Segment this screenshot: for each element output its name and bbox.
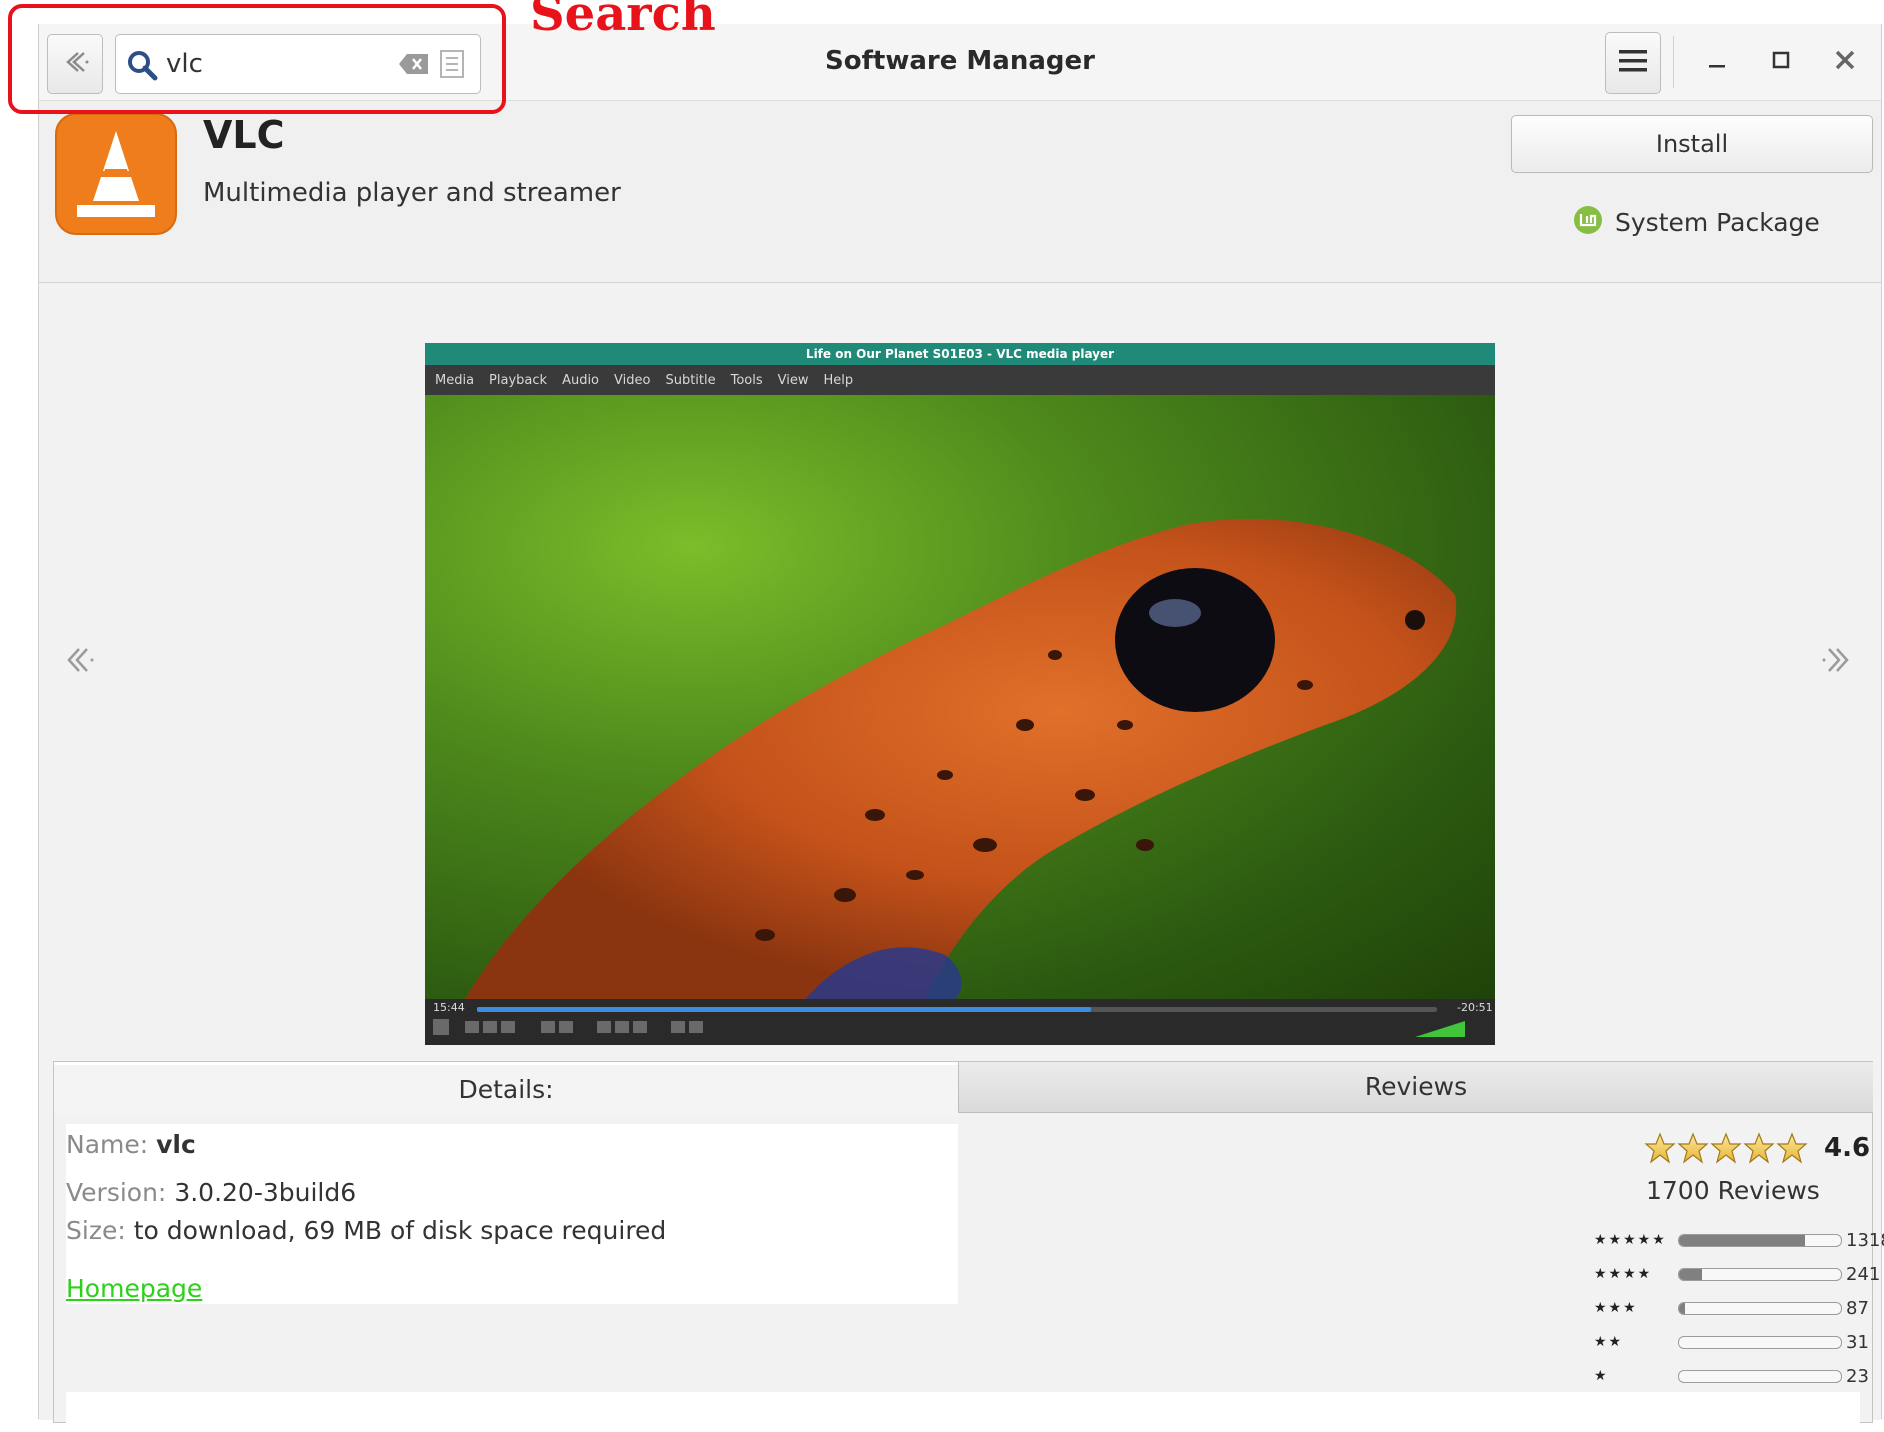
histogram-row: ★★★ 87 bbox=[1594, 1294, 1869, 1322]
linux-mint-icon bbox=[1573, 205, 1603, 239]
screenshot-menu-item: Media bbox=[435, 372, 475, 388]
histogram-count: 1318 bbox=[1846, 1229, 1884, 1251]
app-screenshot[interactable]: Life on Our Planet S01E03 - VLC media pl… bbox=[425, 343, 1495, 1045]
app-name: VLC bbox=[203, 113, 285, 157]
histogram-count: 23 bbox=[1846, 1365, 1869, 1387]
detail-name-row: Name: vlc bbox=[66, 1130, 196, 1159]
screenshot-menu-item: Video bbox=[614, 372, 651, 388]
histogram-bar bbox=[1678, 1267, 1842, 1281]
screenshot-window-title: Life on Our Planet S01E03 - VLC media pl… bbox=[425, 343, 1495, 365]
screenshots-area: Life on Our Planet S01E03 - VLC media pl… bbox=[39, 282, 1884, 1432]
screenshot-menu-item: Tools bbox=[730, 372, 763, 388]
detail-size-row: Size: to download, 69 MB of disk space r… bbox=[66, 1216, 666, 1245]
screenshot-menu-item: Help bbox=[823, 372, 854, 388]
next-screenshot-icon[interactable] bbox=[1821, 643, 1855, 681]
player-buttons bbox=[433, 1019, 1465, 1037]
search-annotation-label: Search bbox=[530, 0, 716, 42]
titlebar-separator bbox=[1673, 36, 1674, 88]
package-type: System Package bbox=[1573, 205, 1820, 239]
software-manager-window: Software Manager VLC bbox=[38, 24, 1884, 1432]
detail-size-value: to download, 69 MB of disk space require… bbox=[133, 1216, 667, 1245]
minimize-icon bbox=[1707, 50, 1727, 74]
histogram-bar bbox=[1678, 1301, 1842, 1315]
install-button[interactable]: Install bbox=[1511, 115, 1873, 173]
description-panel bbox=[66, 1392, 1860, 1432]
histogram-fill bbox=[1679, 1234, 1806, 1246]
tab-details[interactable]: Details: bbox=[54, 1062, 958, 1117]
detail-name-key: Name: bbox=[66, 1130, 149, 1159]
average-rating: 4.6 bbox=[1824, 1133, 1871, 1163]
maximize-button[interactable] bbox=[1761, 42, 1801, 82]
histogram-count: 31 bbox=[1846, 1331, 1869, 1353]
histogram-bar bbox=[1678, 1369, 1842, 1383]
previous-screenshot-icon[interactable] bbox=[61, 643, 95, 681]
histogram-fill bbox=[1679, 1302, 1686, 1314]
histogram-stars: ★★★★ bbox=[1594, 1266, 1653, 1282]
histogram-count: 87 bbox=[1846, 1297, 1869, 1319]
detail-name-value: vlc bbox=[156, 1130, 196, 1159]
screenshot-menu-item: Audio bbox=[562, 372, 600, 388]
histogram-row: ★★★★ 241 bbox=[1594, 1260, 1880, 1288]
histogram-bar bbox=[1678, 1335, 1842, 1349]
app-description: Multimedia player and streamer bbox=[203, 178, 621, 208]
search-annotation-box bbox=[8, 4, 506, 114]
histogram-row: ★★★★★ 1318 bbox=[1594, 1226, 1884, 1254]
app-header: VLC Multimedia player and streamer Insta… bbox=[39, 101, 1881, 301]
histogram-bar bbox=[1678, 1233, 1842, 1247]
histogram-row: ★ 23 bbox=[1594, 1362, 1869, 1390]
average-stars: 4.6 bbox=[1644, 1132, 1870, 1164]
tab-reviews[interactable]: Reviews bbox=[958, 1062, 1873, 1113]
homepage-link[interactable]: Homepage bbox=[66, 1274, 202, 1303]
histogram-count: 241 bbox=[1846, 1263, 1881, 1285]
hamburger-menu-icon bbox=[1618, 48, 1648, 78]
detail-size-key: Size: bbox=[66, 1216, 126, 1245]
screenshot-menubar: Media Playback Audio Video Subtitle Tool… bbox=[425, 365, 1495, 395]
histogram-stars: ★★ bbox=[1594, 1334, 1624, 1350]
histogram-fill bbox=[1679, 1268, 1702, 1280]
minimize-button[interactable] bbox=[1697, 42, 1737, 82]
review-count: 1700 Reviews bbox=[1646, 1176, 1820, 1205]
info-tabs: Details: Reviews Name: vlc Version: 3.0.… bbox=[53, 1061, 1884, 1432]
screenshot-menu-item: Subtitle bbox=[665, 372, 716, 388]
histogram-row: ★★ 31 bbox=[1594, 1328, 1869, 1356]
screenshot-menu-item: View bbox=[777, 372, 809, 388]
detail-version-row: Version: 3.0.20-3build6 bbox=[66, 1178, 356, 1207]
vlc-cone-icon bbox=[55, 113, 177, 239]
screenshot-player-controls: 15:44 -20:51 bbox=[425, 999, 1495, 1045]
close-button[interactable] bbox=[1825, 42, 1865, 82]
star-rating-icon bbox=[1644, 1132, 1808, 1164]
histogram-stars: ★★★ bbox=[1594, 1300, 1638, 1316]
detail-version-key: Version: bbox=[66, 1178, 167, 1207]
histogram-stars: ★★★★★ bbox=[1594, 1232, 1667, 1248]
hamburger-menu-button[interactable] bbox=[1605, 32, 1661, 94]
screenshot-menu-item: Playback bbox=[489, 372, 548, 388]
package-type-label: System Package bbox=[1615, 207, 1820, 237]
frog-video-frame bbox=[425, 395, 1495, 999]
details-panel: Name: vlc Version: 3.0.20-3build6 Size: … bbox=[66, 1124, 958, 1304]
detail-version-value: 3.0.20-3build6 bbox=[174, 1178, 357, 1207]
histogram-stars: ★ bbox=[1594, 1368, 1609, 1384]
close-icon bbox=[1834, 49, 1856, 75]
maximize-icon bbox=[1771, 50, 1791, 74]
